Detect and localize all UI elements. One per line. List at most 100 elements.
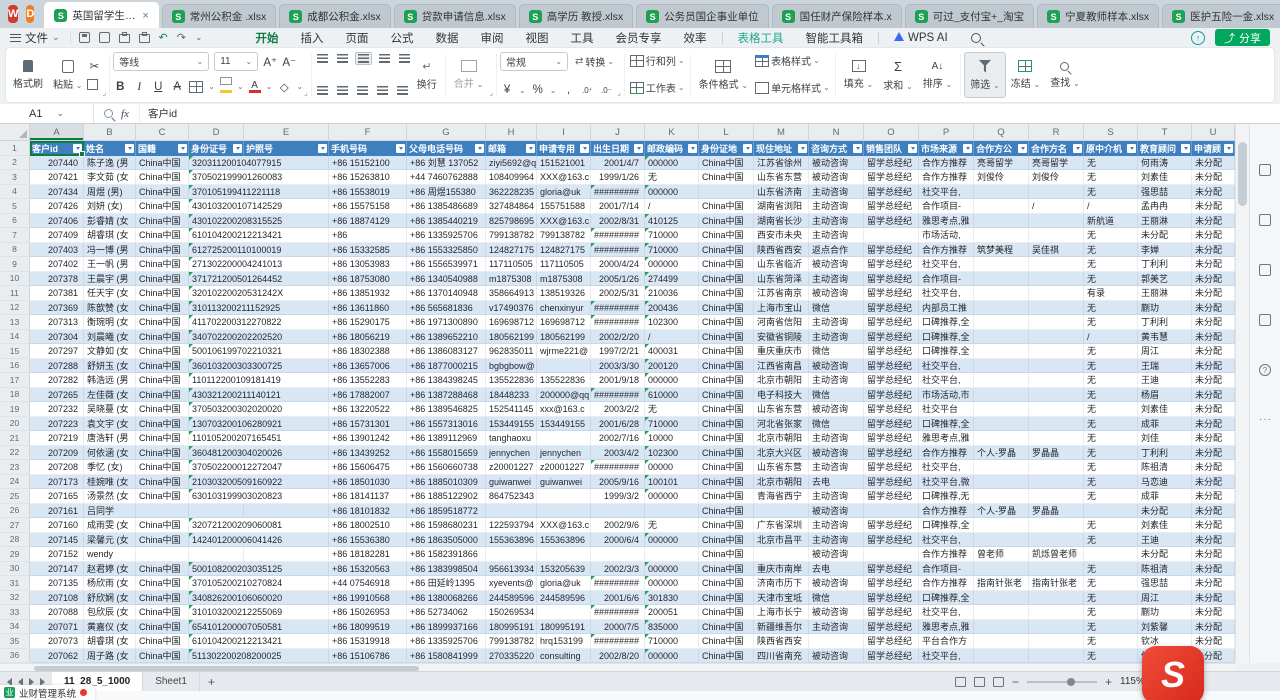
italic-button[interactable]: I (132, 81, 146, 93)
grid-cell[interactable]: China中国 (699, 272, 754, 287)
vertical-scroll-thumb[interactable] (1238, 142, 1247, 206)
increase-indent-icon[interactable] (399, 54, 410, 63)
grid-cell[interactable]: 无 (1084, 431, 1138, 446)
grid-cell[interactable]: 2003/3/30 (591, 359, 645, 374)
grid-cell[interactable] (537, 547, 591, 562)
grid-cell[interactable]: 610000 (645, 388, 699, 403)
grid-cell[interactable]: 610104200212213421 (189, 228, 244, 243)
grid-cell[interactable]: 无 (1084, 156, 1138, 171)
grid-cell[interactable]: 未分配 (1192, 330, 1235, 345)
underline-button[interactable]: U (151, 81, 165, 93)
grid-cell[interactable]: +86 1899937166 (407, 620, 486, 635)
grid-cell[interactable]: 口碑推荐,全 (919, 315, 974, 330)
grid-cell[interactable]: 207088 (30, 605, 84, 620)
grid-cell[interactable]: 留学总经纪 (864, 388, 919, 403)
grid-cell[interactable]: 未分配 (1192, 475, 1235, 490)
grid-cell[interactable]: 153449155 (537, 417, 591, 432)
rows-columns-button[interactable]: 行和列 ⌄ (628, 52, 687, 69)
grid-cell[interactable]: 710000 (645, 417, 699, 432)
grid-cell[interactable]: z20001227 (486, 460, 537, 475)
wrap-text-button[interactable]: ↵ 换行 (412, 52, 442, 98)
grid-cell[interactable]: 周煜 (男) (84, 185, 136, 200)
grid-cell[interactable]: China中国 (136, 373, 189, 388)
grid-cell[interactable]: 微信 (809, 388, 864, 403)
grid-cell[interactable]: 社交平台 (919, 402, 974, 417)
header-cell-B[interactable]: 姓名 (84, 141, 136, 156)
grid-cell[interactable]: China中国 (136, 228, 189, 243)
grid-cell[interactable]: 155363896 (486, 533, 537, 548)
grid-cell[interactable]: 主动咨询 (809, 185, 864, 200)
grid-cell[interactable]: 1997/2/21 (591, 344, 645, 359)
grid-cell[interactable]: 000000 (645, 649, 699, 664)
grid-cell[interactable]: 留学总经纪 (864, 446, 919, 461)
grid-cell[interactable]: 110105200207165451 (189, 431, 244, 446)
grid-cell[interactable]: 2002/2/20 (591, 330, 645, 345)
grid-cell[interactable]: China中国 (136, 286, 189, 301)
grid-cell[interactable]: 362228235 (486, 185, 537, 200)
menu-tab-插入[interactable]: 插入 (290, 28, 335, 48)
grid-cell[interactable]: 留学总经纪 (864, 373, 919, 388)
grid-cell[interactable]: 138519326 (537, 286, 591, 301)
grid-cell[interactable]: 唐浩轩 (男 (84, 431, 136, 446)
header-cell-M[interactable]: 现住地址 (754, 141, 809, 156)
grid-cell[interactable]: 舒妍玉 (女 (84, 359, 136, 374)
grid-cell[interactable]: 成菲 (1138, 489, 1192, 504)
grid-cell[interactable] (1084, 504, 1138, 519)
menu-tab-审阅[interactable]: 审阅 (470, 28, 515, 48)
grid-cell[interactable]: 210303200509160922 (189, 475, 244, 490)
grid-cell[interactable]: China中国 (699, 402, 754, 417)
grid-cell[interactable]: China中国 (136, 605, 189, 620)
grid-cell[interactable]: / (645, 199, 699, 214)
grid-cell[interactable]: 无 (1084, 620, 1138, 635)
grid-cell[interactable]: 117110505 (537, 257, 591, 272)
grid-cell[interactable]: +86 15538019 (329, 185, 407, 200)
grid-cell[interactable]: China中国 (699, 634, 754, 649)
grid-cell[interactable]: 青海省西宁 (754, 489, 809, 504)
grid-cell[interactable]: 黄韦慧 (1138, 330, 1192, 345)
grid-cell[interactable]: 主动咨询 (809, 460, 864, 475)
grid-cell[interactable]: +86 15152100 (329, 156, 407, 171)
grid-cell[interactable]: 710000 (645, 634, 699, 649)
grid-cell[interactable]: 310103200212255069 (189, 605, 244, 620)
grid-cell[interactable]: 000000 (645, 576, 699, 591)
grid-cell[interactable]: 亮哥留学 (974, 156, 1029, 171)
grid-cell[interactable] (1029, 620, 1084, 635)
row-number[interactable]: 15 (0, 344, 30, 359)
grid-cell[interactable]: 207173 (30, 475, 84, 490)
grid-cell[interactable]: +86 1557313016 (407, 417, 486, 432)
grid-cell[interactable]: 陈祖清 (1138, 562, 1192, 577)
wps-logo-icon[interactable]: W (8, 5, 18, 23)
grid-cell[interactable]: 吴佳祺 (1029, 243, 1084, 258)
filter-dropdown-icon[interactable] (125, 144, 134, 153)
grid-cell[interactable]: 蒯玏 (1138, 301, 1192, 316)
grid-cell[interactable]: 110112200109181419 (189, 373, 244, 388)
grid-cell[interactable]: +86 13901242 (329, 431, 407, 446)
grid-cell[interactable]: 无 (1084, 243, 1138, 258)
grid-cell[interactable]: 无 (1084, 489, 1138, 504)
grid-cell[interactable]: 韩浩远 (男 (84, 373, 136, 388)
grid-cell[interactable]: +86 15731301 (329, 417, 407, 432)
font-color-button[interactable]: A (249, 81, 261, 93)
menu-tab-表格工具[interactable]: 表格工具 (727, 28, 795, 48)
row-number[interactable]: 16 (0, 359, 30, 374)
grid-cell[interactable]: 未分配 (1192, 156, 1235, 171)
grid-cell[interactable]: 180995191 (486, 620, 537, 635)
grid-cell[interactable]: 电子科技大 (754, 388, 809, 403)
grid-cell[interactable]: ######### (591, 460, 645, 475)
grid-cell[interactable]: 无 (1084, 446, 1138, 461)
row-number[interactable]: 3 (0, 170, 30, 185)
grid-cell[interactable]: 丁利利 (1138, 315, 1192, 330)
grid-cell[interactable]: 合作项目- (919, 272, 974, 287)
grid-cell[interactable]: +86 1389652210 (407, 330, 486, 345)
grid-cell[interactable]: +86 18501030 (329, 475, 407, 490)
grid-cell[interactable]: 山东省菏泽 (754, 272, 809, 287)
select-all-corner[interactable] (0, 124, 30, 140)
grid-cell[interactable]: 留学总经纪 (864, 518, 919, 533)
grid-cell[interactable]: China中国 (136, 315, 189, 330)
grid-cell[interactable]: 留学总经纪 (864, 402, 919, 417)
grid-cell[interactable] (189, 547, 244, 562)
grid-cell[interactable]: 未分配 (1192, 402, 1235, 417)
grid-cell[interactable]: ######### (591, 315, 645, 330)
table-style-button[interactable]: 表格样式 ⌄ (753, 52, 832, 69)
grid-cell[interactable]: 内部员工推 (919, 301, 974, 316)
